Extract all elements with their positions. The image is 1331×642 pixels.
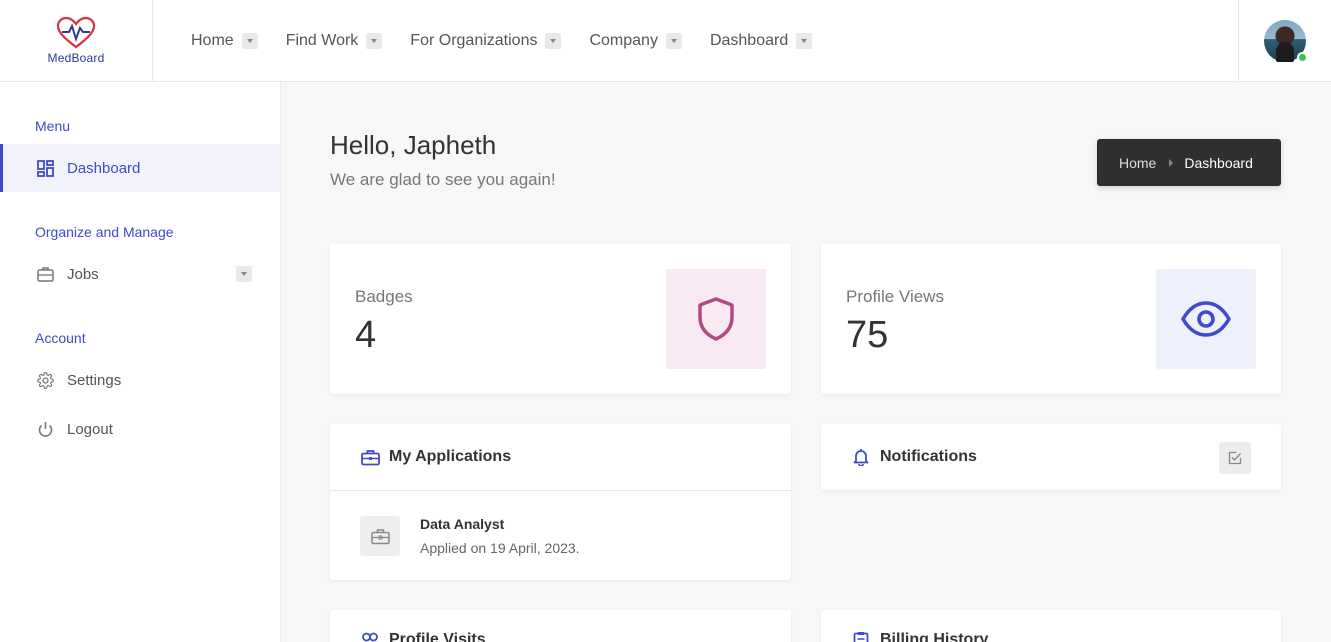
profile-visits-title: Profile Visits — [389, 631, 486, 642]
main-menu: Home Find Work For Organizations Company… — [191, 32, 840, 50]
nav-dashboard[interactable]: Dashboard — [709, 31, 813, 50]
notifications-header: Notifications — [821, 424, 1281, 490]
nav-for-organizations-label: For Organizations — [410, 31, 538, 49]
profile-visits-card: Profile Visits — [330, 610, 791, 642]
nav-dashboard-label: Dashboard — [709, 31, 789, 49]
billing-history-header: Billing History — [821, 610, 1281, 642]
top-navbar: MedBoard Home Find Work For Organization… — [0, 0, 1331, 82]
page-subtitle: We are glad to see you again! — [330, 170, 556, 189]
chevron-down-icon — [241, 32, 258, 49]
brand-name: MedBoard — [47, 50, 105, 65]
nav-for-organizations[interactable]: For Organizations — [410, 31, 562, 50]
application-date: Applied on 19 April, 2023. — [420, 540, 580, 556]
chevron-down-icon — [366, 32, 383, 49]
billing-history-title: Billing History — [880, 631, 989, 642]
briefcase-icon — [36, 265, 54, 283]
bell-icon — [851, 447, 871, 467]
chevron-down-icon[interactable] — [236, 266, 252, 282]
list-item[interactable]: Data Analyst Applied on 19 April, 2023. — [330, 491, 791, 581]
sidebar-heading-organize: Organize and Manage — [35, 224, 174, 240]
sidebar-item-settings[interactable]: Settings — [0, 356, 280, 404]
sidebar-item-logout[interactable]: Logout — [0, 405, 280, 453]
notifications-card: Notifications — [821, 424, 1281, 490]
chevron-down-icon — [545, 32, 562, 49]
applications-card: My Applications Data Analyst Applied on … — [330, 424, 791, 580]
badges-card: Badges 4 — [330, 244, 791, 394]
briefcase-icon — [360, 447, 380, 467]
chevron-right-icon — [1169, 158, 1174, 167]
chevron-down-icon — [665, 32, 682, 49]
avatar[interactable] — [1264, 20, 1308, 63]
gear-icon — [36, 371, 54, 389]
nav-find-work-label: Find Work — [285, 31, 359, 49]
profile-views-value: 75 — [846, 314, 889, 356]
sidebar: Menu Dashboard Organize and Manage Jobs … — [0, 82, 281, 642]
billing-history-card: Billing History — [821, 610, 1281, 642]
nav-home[interactable]: Home — [191, 32, 258, 50]
sidebar-item-dashboard[interactable]: Dashboard — [0, 144, 280, 192]
breadcrumb: Home Dashboard — [1097, 139, 1281, 186]
applications-header: My Applications — [330, 424, 791, 490]
eye-icon — [1156, 269, 1256, 369]
notifications-title: Notifications — [880, 448, 977, 465]
online-status-dot — [1297, 52, 1308, 63]
sidebar-item-label: Settings — [67, 371, 122, 389]
brand-logo[interactable]: MedBoard — [0, 0, 153, 82]
badges-label: Badges — [355, 287, 413, 306]
breadcrumb-current: Dashboard — [1184, 154, 1253, 171]
nav-company-label: Company — [589, 31, 658, 49]
mark-all-read-button[interactable] — [1219, 442, 1251, 474]
page-title: Hello, Japheth — [330, 130, 497, 160]
profile-visits-header: Profile Visits — [330, 610, 791, 642]
sidebar-item-jobs[interactable]: Jobs — [0, 250, 280, 298]
profile-views-label: Profile Views — [846, 287, 944, 306]
chevron-down-icon — [796, 32, 813, 49]
users-icon — [360, 630, 380, 642]
profile-views-card: Profile Views 75 — [821, 244, 1281, 394]
sidebar-item-label: Jobs — [67, 265, 99, 283]
sidebar-item-label: Dashboard — [67, 159, 141, 177]
applications-title: My Applications — [389, 448, 512, 465]
nav-find-work[interactable]: Find Work — [286, 32, 383, 50]
application-job-title: Data Analyst — [420, 516, 505, 532]
heart-pulse-icon — [56, 16, 96, 48]
clipboard-icon — [851, 630, 871, 642]
badges-value: 4 — [355, 314, 377, 356]
nav-company[interactable]: Company — [589, 31, 682, 50]
shield-icon — [666, 269, 766, 369]
sidebar-item-label: Logout — [67, 420, 113, 438]
check-square-icon — [1228, 451, 1242, 465]
power-icon — [36, 420, 54, 438]
briefcase-icon — [360, 516, 400, 556]
breadcrumb-home[interactable]: Home — [1119, 155, 1156, 171]
sidebar-heading-account: Account — [35, 330, 86, 346]
sidebar-heading-menu: Menu — [35, 118, 71, 134]
dashboard-grid-icon — [36, 159, 54, 177]
user-menu[interactable] — [1238, 0, 1331, 82]
nav-home-label: Home — [191, 31, 234, 49]
